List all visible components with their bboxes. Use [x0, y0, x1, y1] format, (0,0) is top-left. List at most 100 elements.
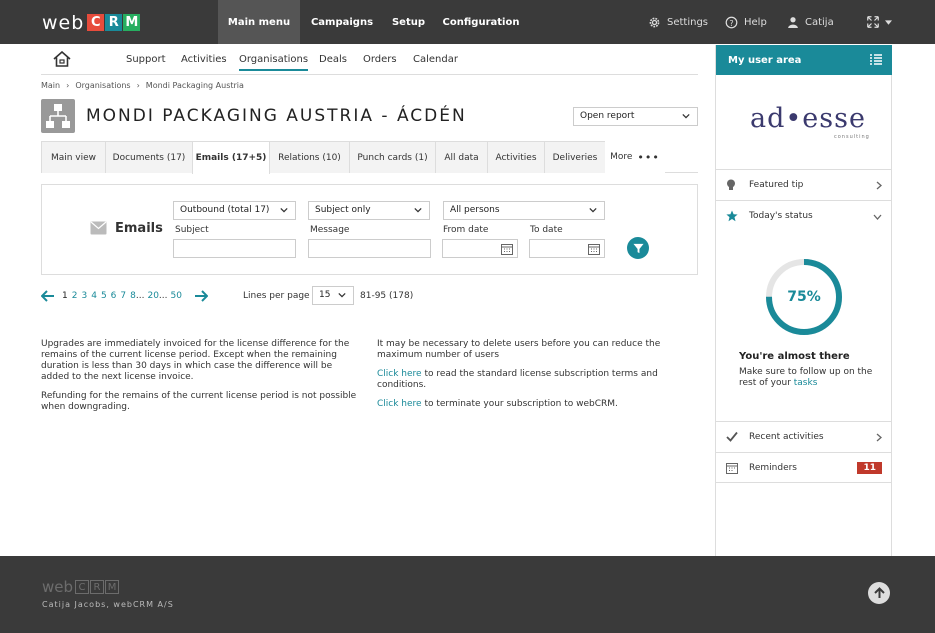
- open-report-select[interactable]: Open report: [573, 107, 698, 126]
- breadcrumb-organisations[interactable]: Organisations: [75, 81, 130, 90]
- page-link[interactable]: 4: [91, 291, 97, 301]
- page-link[interactable]: 5: [101, 291, 107, 301]
- footer-logo-letter: M: [105, 580, 120, 594]
- webcrm-logo[interactable]: web C R M: [42, 12, 141, 34]
- terminate-link[interactable]: Click here: [377, 399, 422, 409]
- open-report-value: Open report: [580, 111, 635, 121]
- reduce-users-paragraph: It may be necessary to delete users befo…: [377, 339, 661, 360]
- nav-main-menu[interactable]: Main menu: [218, 0, 300, 44]
- page-link-last[interactable]: 50: [171, 291, 182, 301]
- chevron-down-icon: [280, 207, 288, 213]
- page-link[interactable]: 7: [120, 291, 126, 301]
- nav-campaigns[interactable]: Campaigns: [303, 0, 381, 44]
- nav-configuration[interactable]: Configuration: [436, 0, 526, 44]
- reminders-row[interactable]: Reminders 11: [716, 452, 892, 483]
- tab-main-view[interactable]: Main view: [41, 141, 106, 173]
- lines-per-page-value: 15: [319, 290, 331, 300]
- pagination: 1 2 3 4 5 6 7 8 ... 20 ... 50: [41, 288, 208, 304]
- to-date-label: To date: [530, 225, 563, 235]
- tab-deliveries[interactable]: Deliveries: [544, 141, 606, 173]
- home-icon[interactable]: [53, 51, 71, 67]
- emails-label: Emails: [115, 220, 163, 236]
- from-date-input[interactable]: [442, 239, 518, 258]
- result-range: 81-95 (178): [360, 291, 414, 301]
- direction-select[interactable]: Outbound (total 17): [173, 201, 296, 220]
- user-area-title: My user area: [728, 54, 802, 66]
- subnav-support[interactable]: Support: [126, 54, 166, 65]
- chevron-down-icon: [338, 292, 346, 298]
- upgrade-paragraph: Upgrades are immediately invoiced for th…: [41, 339, 350, 382]
- tab-emails[interactable]: Emails (17+5): [192, 141, 270, 174]
- featured-tip-row[interactable]: Featured tip: [716, 169, 892, 200]
- subject-input[interactable]: [173, 239, 296, 258]
- arrow-right-icon[interactable]: [194, 290, 208, 302]
- direction-value: Outbound (total 17): [180, 205, 270, 215]
- subnav-calendar[interactable]: Calendar: [413, 54, 458, 65]
- apply-filter-button[interactable]: [627, 237, 649, 259]
- arrow-left-icon[interactable]: [41, 290, 55, 302]
- nav-setup[interactable]: Setup: [381, 0, 436, 44]
- progress-percent: 75%: [787, 289, 821, 305]
- tab-punch-cards[interactable]: Punch cards (1): [349, 141, 436, 173]
- chevron-right-icon: [876, 181, 882, 190]
- help-link[interactable]: ? Help: [725, 0, 767, 44]
- tasks-link[interactable]: tasks: [794, 378, 818, 388]
- org-chart-icon: [46, 104, 70, 128]
- tab-documents[interactable]: Documents (17): [105, 141, 193, 173]
- calendar-icon[interactable]: [588, 243, 600, 255]
- user-area-header[interactable]: My user area: [716, 45, 892, 75]
- footer: web C R M Catija Jacobs, webCRM A/S: [0, 556, 935, 633]
- brand-logo-subtitle: consulting: [834, 134, 870, 140]
- search-scope-select[interactable]: Subject only: [308, 201, 430, 220]
- page-link[interactable]: 3: [81, 291, 87, 301]
- lines-per-page-select[interactable]: 15: [312, 286, 354, 305]
- svg-text:?: ?: [729, 17, 733, 27]
- emails-section-title: Emails: [90, 220, 163, 236]
- logo-letter-r: R: [105, 14, 123, 31]
- calendar-icon[interactable]: [501, 243, 513, 255]
- todays-status-label: Today's status: [749, 211, 813, 221]
- to-date-input[interactable]: [529, 239, 605, 258]
- breadcrumb-main[interactable]: Main: [41, 81, 60, 90]
- terms-link[interactable]: Click here: [377, 369, 422, 379]
- page-link[interactable]: 2: [72, 291, 78, 301]
- chevron-down-icon: [414, 207, 422, 213]
- subnav-deals[interactable]: Deals: [319, 54, 347, 65]
- tab-bar: Main view Documents (17) Emails (17+5) R…: [41, 141, 698, 174]
- subject-label: Subject: [175, 225, 209, 235]
- tab-relations[interactable]: Relations (10): [269, 141, 350, 173]
- top-bar: web C R M Main menu Campaigns Setup Conf…: [0, 0, 935, 44]
- user-name: Catija: [805, 16, 834, 28]
- recent-activities-label: Recent activities: [749, 432, 824, 442]
- user-icon: [788, 17, 798, 28]
- list-icon[interactable]: [870, 54, 882, 65]
- tab-more[interactable]: More •••: [605, 141, 665, 173]
- email-icon: [90, 221, 107, 235]
- fullscreen-toggle[interactable]: [867, 0, 892, 44]
- almost-there-title: You're almost there: [739, 351, 850, 362]
- refund-paragraph: Refunding for the remains of the current…: [41, 391, 357, 412]
- organisation-icon: [41, 99, 75, 133]
- page-link[interactable]: 20: [147, 291, 158, 301]
- user-area-sidebar: My user area ad•esse consulting Featured…: [715, 45, 892, 556]
- scroll-to-top-button[interactable]: [868, 582, 890, 604]
- footer-logo-web: web: [42, 578, 74, 596]
- tab-activities[interactable]: Activities: [487, 141, 545, 173]
- subnav-orders[interactable]: Orders: [363, 54, 397, 65]
- persons-value: All persons: [450, 205, 500, 215]
- persons-select[interactable]: All persons: [443, 201, 605, 220]
- more-dots-icon: •••: [637, 150, 660, 164]
- todays-status-row[interactable]: Today's status: [716, 200, 892, 231]
- tab-all-data[interactable]: All data: [435, 141, 488, 173]
- message-input[interactable]: [308, 239, 431, 258]
- recent-activities-row[interactable]: Recent activities: [716, 421, 892, 452]
- settings-link[interactable]: Settings: [648, 0, 708, 44]
- user-menu[interactable]: Catija: [787, 0, 834, 44]
- page-link[interactable]: 6: [111, 291, 117, 301]
- terminate-text: to terminate your subscription to webCRM…: [421, 399, 618, 409]
- subnav-activities[interactable]: Activities: [181, 54, 227, 65]
- calendar-icon: [726, 463, 738, 474]
- subnav-organisations[interactable]: Organisations: [239, 54, 309, 71]
- license-upgrade-info: Upgrades are immediately invoiced for th…: [41, 339, 363, 413]
- chevron-down-icon: [873, 214, 882, 220]
